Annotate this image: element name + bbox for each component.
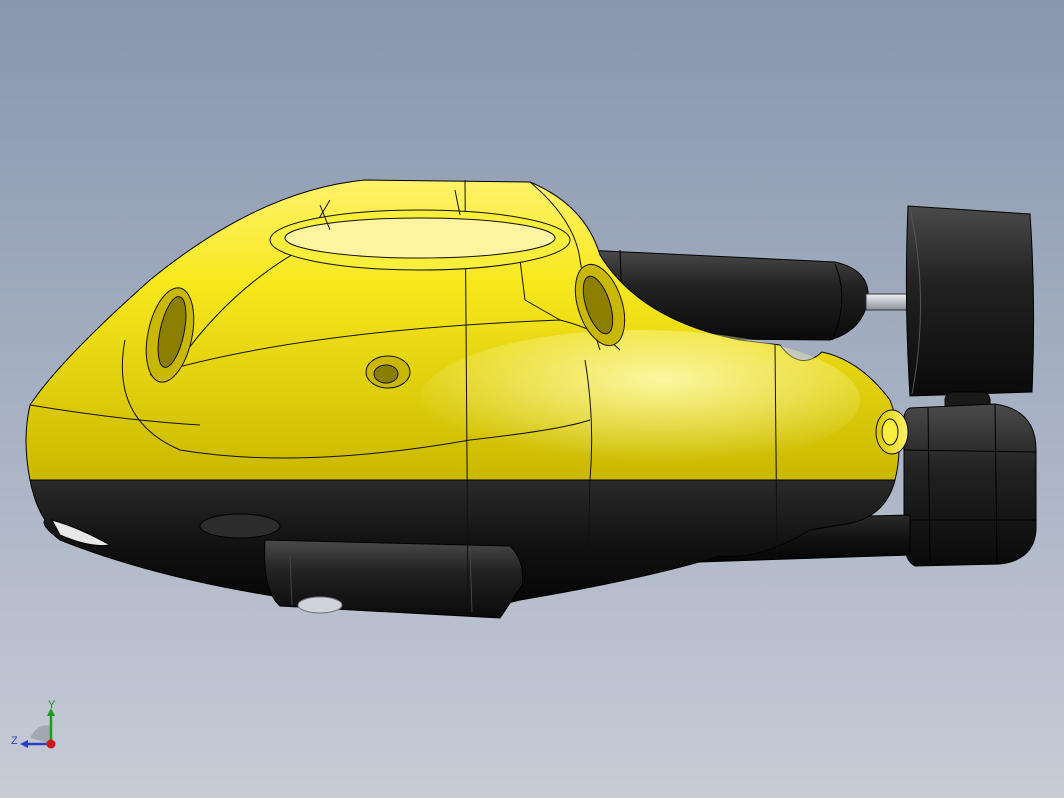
- rear-thruster-upper: [905, 205, 1035, 397]
- cad-model-rov[interactable]: [0, 0, 1064, 798]
- thruster-shaft: [865, 293, 911, 311]
- triad-y-label: Y: [48, 699, 56, 711]
- triad-axes-icon: [20, 708, 56, 749]
- triad-z-label: Z: [11, 735, 18, 747]
- rear-thruster-lower: [903, 403, 1037, 567]
- view-orientation-triad: Y Z: [8, 698, 68, 758]
- graphics-viewport[interactable]: Y Z: [0, 0, 1064, 798]
